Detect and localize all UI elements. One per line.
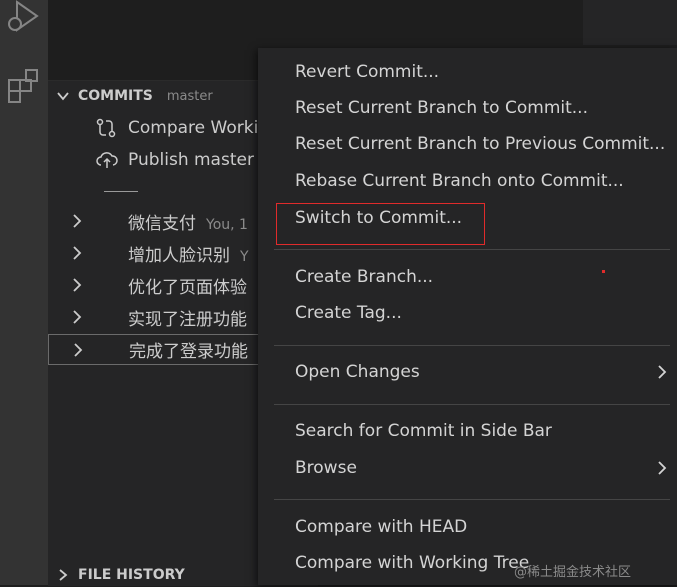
chevron-right-icon <box>71 342 85 363</box>
menu-item-search-commit-side-bar[interactable]: Search for Commit in Side Bar <box>258 414 677 448</box>
chevron-right-icon <box>48 568 78 582</box>
commits-section-title: COMMITS <box>78 88 153 104</box>
run-debug-icon[interactable] <box>0 0 48 34</box>
compare-working-tree-label: Compare Worki <box>128 117 259 138</box>
watermark: @稀土掘金技术社区 <box>514 565 632 580</box>
annotation-highlight-box <box>276 203 485 245</box>
extensions-icon[interactable] <box>0 68 48 104</box>
commit-message: 完成了登录功能 <box>129 342 248 362</box>
commit-meta: You, 1 <box>206 217 248 233</box>
menu-item-reset-to-commit[interactable]: Reset Current Branch to Commit... <box>258 91 677 125</box>
cloud-upload-icon <box>96 150 118 175</box>
annotation-dot <box>602 270 605 273</box>
menu-item-browse[interactable]: Browse <box>258 451 677 485</box>
chevron-right-icon <box>70 213 84 234</box>
file-history-title: FILE HISTORY <box>78 567 185 583</box>
menu-item-reset-to-previous-commit[interactable]: Reset Current Branch to Previous Commit.… <box>258 127 677 161</box>
menu-item-create-branch[interactable]: Create Branch... <box>258 260 677 294</box>
publish-branch-label: Publish master <box>128 149 254 170</box>
chevron-down-icon <box>48 89 78 103</box>
tree-separator <box>104 191 138 192</box>
chevron-right-icon <box>70 277 84 298</box>
activity-bar <box>0 0 48 585</box>
commit-message: 增加人脸识别 <box>128 246 230 266</box>
menu-separator <box>274 404 670 405</box>
commit-message: 优化了页面体验 <box>128 278 247 298</box>
chevron-right-icon <box>70 245 84 266</box>
menu-item-create-tag[interactable]: Create Tag... <box>258 296 677 330</box>
menu-separator <box>274 499 670 500</box>
commit-context-menu: Revert Commit... Reset Current Branch to… <box>258 48 677 585</box>
branch-name: master <box>166 88 213 104</box>
chevron-right-icon <box>70 309 84 330</box>
commit-message: 微信支付 <box>128 214 196 234</box>
menu-item-revert-commit[interactable]: Revert Commit... <box>258 55 677 89</box>
compare-icon <box>96 118 116 143</box>
menu-item-rebase-onto-commit[interactable]: Rebase Current Branch onto Commit... <box>258 164 677 198</box>
menu-separator <box>274 345 670 346</box>
commit-message: 实现了注册功能 <box>128 310 247 330</box>
menu-separator <box>274 249 670 250</box>
chevron-right-icon <box>656 364 668 385</box>
commit-meta: Y <box>240 249 249 265</box>
editor-tab-strip <box>583 0 677 45</box>
menu-item-open-changes[interactable]: Open Changes <box>258 355 677 389</box>
menu-item-compare-with-head[interactable]: Compare with HEAD <box>258 510 677 544</box>
chevron-right-icon <box>656 460 668 481</box>
